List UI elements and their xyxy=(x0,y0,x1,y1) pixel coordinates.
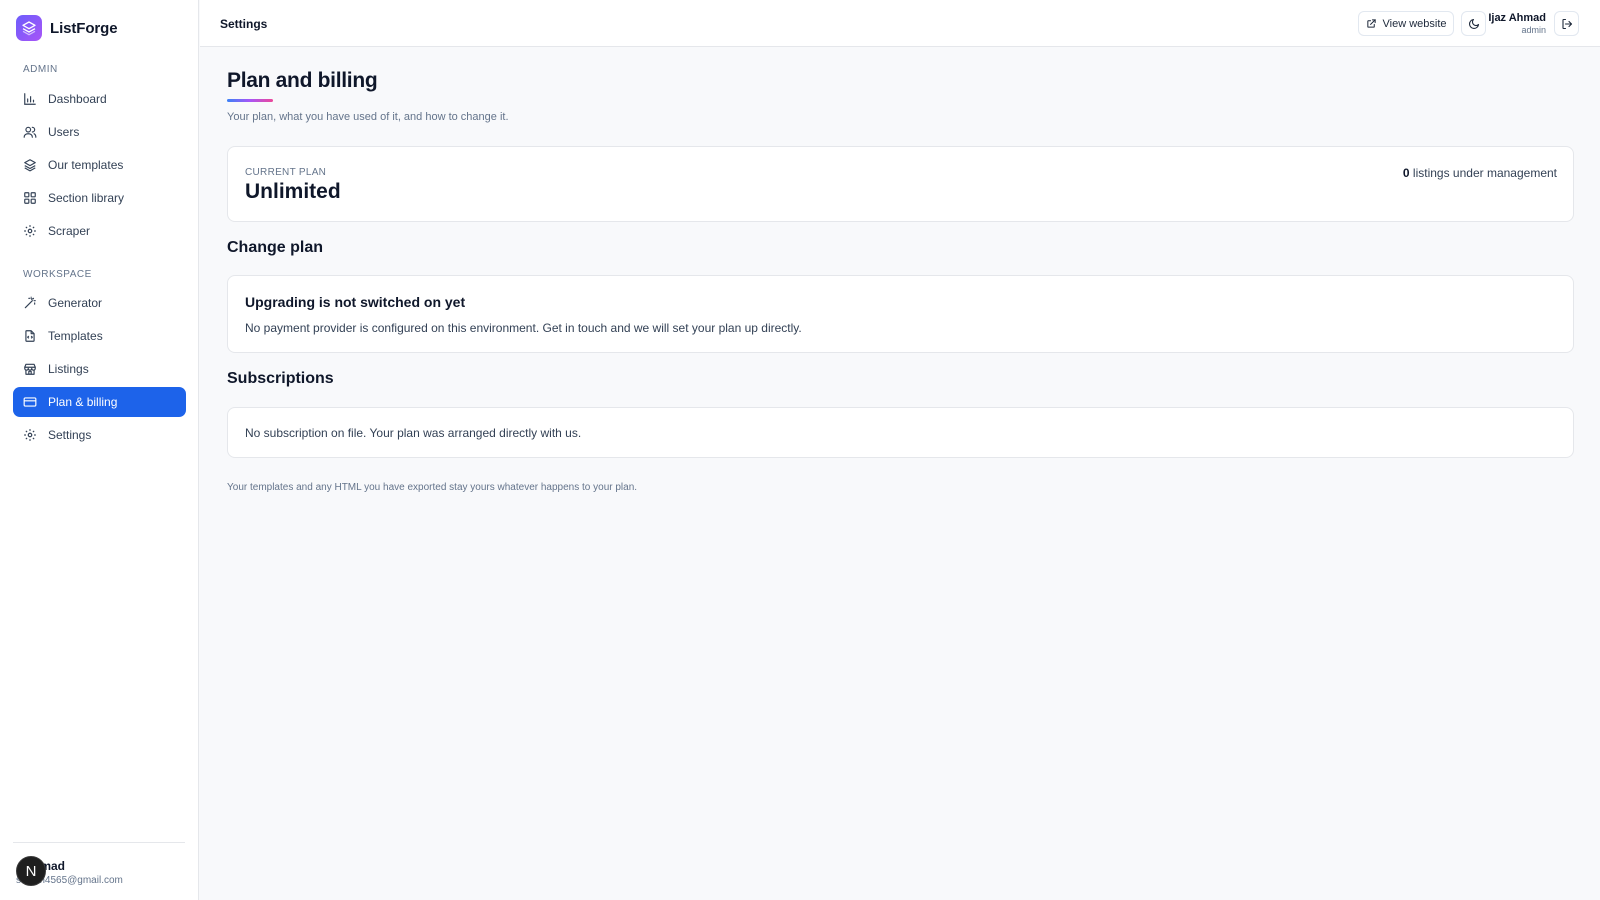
bar-chart-icon xyxy=(24,93,36,105)
logout-button[interactable] xyxy=(1554,11,1579,36)
title-underline xyxy=(227,99,273,102)
sidebar-item-generator[interactable]: Generator xyxy=(13,288,186,318)
sidebar-item-label: Templates xyxy=(48,329,103,343)
sidebar-item-label: Scraper xyxy=(48,224,91,238)
sidebar-item-label: Section library xyxy=(48,191,125,205)
listings-usage: 0 listings under management xyxy=(1403,166,1557,180)
topbar-user-name: Ijaz Ahmad xyxy=(1488,12,1546,24)
logout-icon xyxy=(1561,18,1572,29)
sidebar: ListForge ADMIN Dashboard Users Our temp… xyxy=(0,0,199,900)
topbar: Settings View website Ijaz Ahmad admin xyxy=(200,0,1600,47)
sidebar-item-label: Listings xyxy=(48,362,89,376)
topbar-user-role: admin xyxy=(1521,25,1546,35)
footnote: Your templates and any HTML you have exp… xyxy=(227,482,638,493)
sidebar-item-label: Dashboard xyxy=(48,92,107,106)
upgrade-title: Upgrading is not switched on yet xyxy=(245,294,466,310)
sidebar-divider xyxy=(13,842,185,843)
layers-icon xyxy=(24,159,36,172)
subscriptions-text: No subscription on file. Your plan was a… xyxy=(245,426,582,440)
sidebar-item-label: Our templates xyxy=(48,158,124,172)
change-plan-title: Change plan xyxy=(227,239,324,256)
upgrade-notice-card: Upgrading is not switched on yet No paym… xyxy=(227,275,1574,353)
subscriptions-card: No subscription on file. Your plan was a… xyxy=(227,407,1574,458)
page-subtitle: Your plan, what you have used of it, and… xyxy=(227,111,509,123)
sidebar-item-label: Users xyxy=(48,125,80,139)
sidebar-item-label: Settings xyxy=(48,428,92,442)
external-link-icon xyxy=(1366,19,1376,28)
brand[interactable]: ListForge xyxy=(16,15,118,41)
sidebar-item-label: Generator xyxy=(48,296,103,310)
gear-icon xyxy=(24,429,36,441)
sidebar-item-templates[interactable]: Templates xyxy=(13,321,186,351)
view-website-label: View website xyxy=(1382,17,1447,30)
sidebar-item-dashboard[interactable]: Dashboard xyxy=(13,84,186,114)
current-plan-name: Unlimited xyxy=(245,180,341,203)
current-plan-label: CURRENT PLAN xyxy=(245,167,327,178)
grid-icon xyxy=(24,192,36,204)
nav-group-label-workspace: WORKSPACE xyxy=(23,269,92,280)
upgrade-text: No payment provider is configured on thi… xyxy=(245,321,802,335)
page-header-title: Settings xyxy=(220,17,268,31)
sidebar-item-section-library[interactable]: Section library xyxy=(13,183,186,213)
users-icon xyxy=(23,126,37,138)
sidebar-item-our-templates[interactable]: Our templates xyxy=(13,150,186,180)
subscriptions-title: Subscriptions xyxy=(227,370,334,387)
nav-group-label-admin: ADMIN xyxy=(23,64,58,75)
current-plan-card: CURRENT PLAN Unlimited 0 listings under … xyxy=(227,146,1574,222)
layers-logo-icon xyxy=(16,15,42,41)
theme-toggle-button[interactable] xyxy=(1461,11,1486,36)
gear-icon xyxy=(24,225,36,237)
brand-name: ListForge xyxy=(50,19,118,37)
sidebar-item-settings[interactable]: Settings xyxy=(13,420,186,450)
view-website-button[interactable]: View website xyxy=(1358,11,1454,36)
listings-count: 0 xyxy=(1402,166,1410,180)
sidebar-item-plan-billing[interactable]: Plan & billing xyxy=(13,387,186,417)
credit-card-icon xyxy=(23,397,37,407)
file-code-icon xyxy=(25,330,35,342)
sidebar-item-scraper[interactable]: Scraper xyxy=(13,216,186,246)
sidebar-item-users[interactable]: Users xyxy=(13,117,186,147)
storefront-icon xyxy=(24,363,36,375)
magic-wand-icon xyxy=(24,296,36,309)
moon-icon xyxy=(1468,18,1479,29)
avatar[interactable]: N xyxy=(16,856,46,886)
page-title: Plan and billing xyxy=(227,69,378,92)
listings-label: listings under management xyxy=(1409,166,1557,180)
sidebar-item-label: Plan & billing xyxy=(48,395,118,409)
sidebar-item-listings[interactable]: Listings xyxy=(13,354,186,384)
